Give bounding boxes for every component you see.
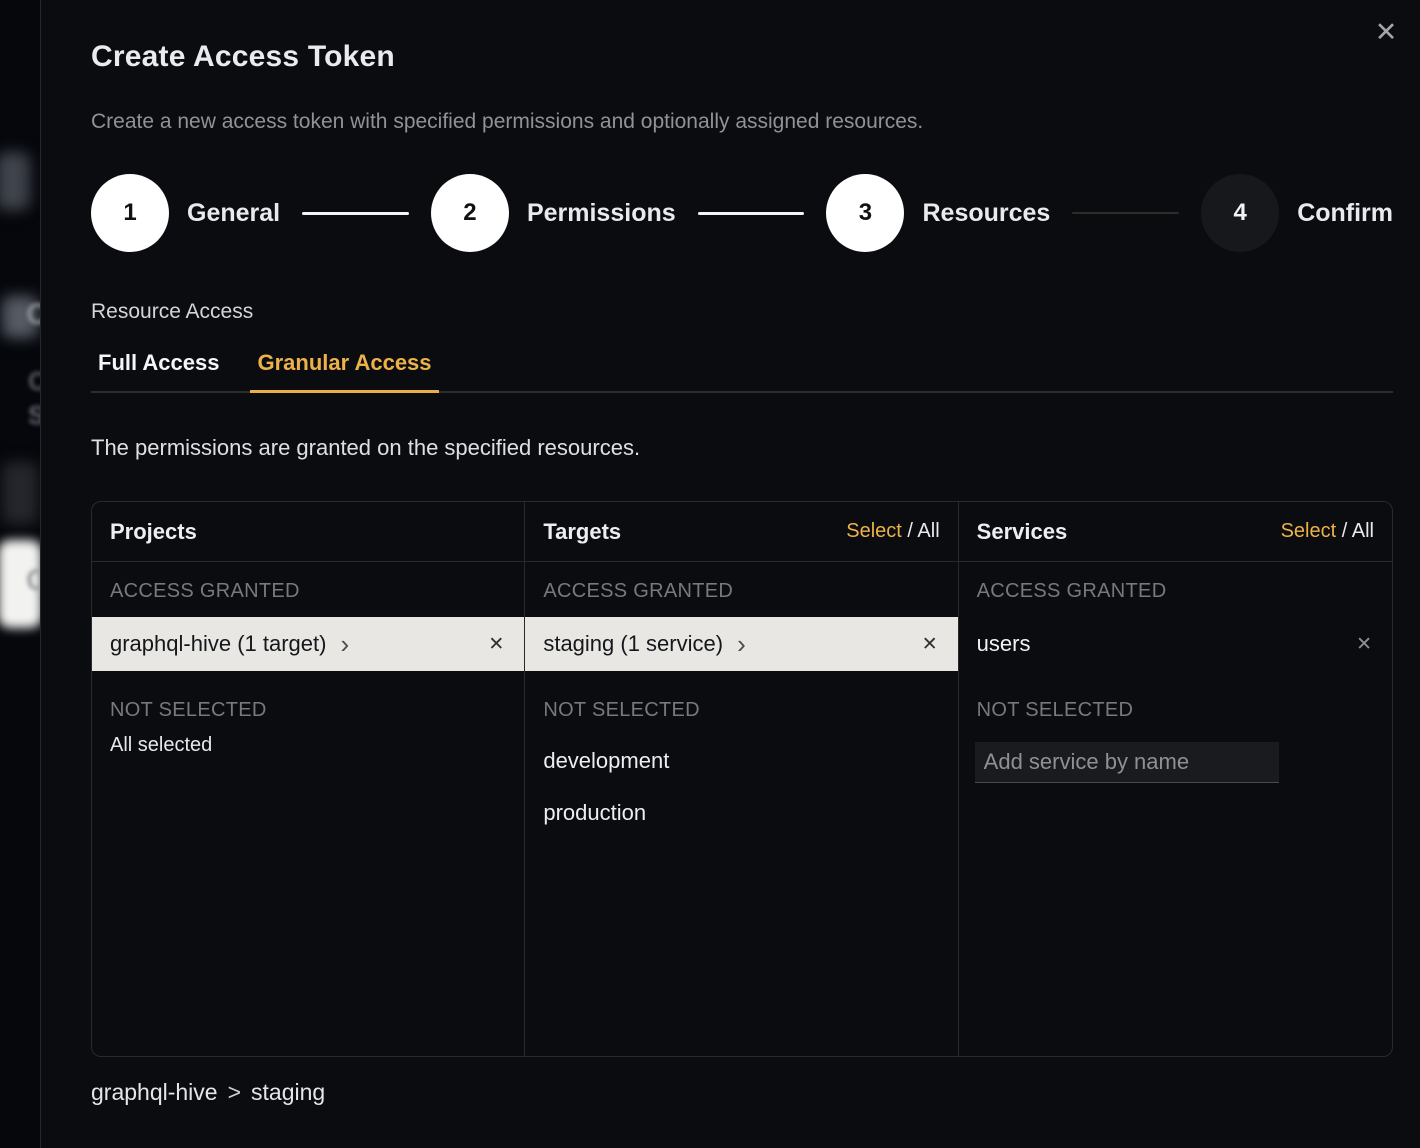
select-link[interactable]: Select [846,520,902,542]
step-number-badge: 2 [431,174,509,252]
column-title: Services [977,519,1068,545]
all-selected-note: All selected [110,734,506,757]
blurred-background-shape [2,462,38,524]
granted-project-row[interactable]: graphql-hive (1 target) › ✕ [92,617,524,671]
access-granted-label: ACCESS GRANTED [977,580,1374,603]
all-link[interactable]: All [917,520,939,542]
step-number-badge: 1 [91,174,169,252]
blurred-background-text: C [28,366,40,397]
chevron-right-icon: › [737,631,746,657]
step-label: Resources [922,199,1050,228]
chevron-right-icon: › [340,631,349,657]
granted-project-name: graphql-hive (1 target) [110,631,326,657]
select-link[interactable]: Select [1281,520,1337,542]
remove-target-icon[interactable]: ✕ [918,629,942,660]
breadcrumb-project: graphql-hive [91,1079,218,1106]
step-connector [1072,212,1179,214]
target-option-development[interactable]: development [525,735,957,787]
resource-selection-table: Projects ACCESS GRANTED graphql-hive (1 … [91,501,1393,1057]
granted-target-name: staging (1 service) [543,631,723,657]
services-column-header: Services Select / All [959,502,1392,562]
blurred-background-text: C [26,564,40,598]
step-number-badge: 3 [826,174,904,252]
select-all-separator: / [902,520,918,542]
projects-column-header: Projects [92,502,524,562]
step-label: Permissions [527,199,676,228]
target-options: development production [525,735,957,839]
step-number-badge: 4 [1201,174,1279,252]
step-permissions[interactable]: 2 Permissions [431,174,676,252]
step-connector [302,212,409,215]
remove-project-icon[interactable]: ✕ [484,629,508,660]
targets-column-header: Targets Select / All [525,502,957,562]
add-service-input[interactable] [975,742,1279,783]
select-all-separator: / [1336,520,1352,542]
close-icon[interactable]: ✕ [1368,14,1404,50]
resource-access-heading: Resource Access [91,300,1392,324]
not-selected-label: NOT SELECTED [977,699,1374,722]
step-general[interactable]: 1 General [91,174,280,252]
tab-granular-access[interactable]: Granular Access [250,350,438,393]
granted-target-row[interactable]: staging (1 service) › ✕ [525,617,957,671]
step-resources[interactable]: 3 Resources [826,174,1050,252]
step-confirm[interactable]: 4 Confirm [1201,174,1393,252]
step-label: General [187,199,280,228]
access-granted-label: ACCESS GRANTED [543,580,939,603]
step-connector [698,212,805,215]
granted-service-row[interactable]: users ✕ [959,617,1392,671]
target-option-production[interactable]: production [525,787,957,839]
dialog-subtitle: Create a new access token with specified… [91,110,1392,134]
blurred-background-text: S [28,400,40,431]
dialog-title: Create Access Token [91,40,1392,74]
targets-column: Targets Select / All ACCESS GRANTED stag… [525,502,958,1056]
services-select-all: Select / All [1281,520,1374,543]
granular-access-description: The permissions are granted on the speci… [91,435,1392,461]
granted-service-name: users [977,631,1031,657]
access-mode-tabs: Full Access Granular Access [91,350,1393,393]
breadcrumb: graphql-hive > staging [91,1079,1392,1106]
all-link[interactable]: All [1352,520,1374,542]
wizard-stepper: 1 General 2 Permissions 3 Resources 4 Co… [91,174,1393,252]
create-access-token-dialog: ✕ Create Access Token Create a new acces… [40,0,1420,1148]
breadcrumb-target: staging [251,1079,325,1106]
projects-column: Projects ACCESS GRANTED graphql-hive (1 … [92,502,525,1056]
column-title: Projects [110,519,197,545]
remove-service-icon[interactable]: ✕ [1352,629,1376,660]
not-selected-label: NOT SELECTED [543,699,939,722]
targets-select-all: Select / All [846,520,939,543]
access-granted-label: ACCESS GRANTED [110,580,506,603]
tab-full-access[interactable]: Full Access [91,350,226,393]
background-page: C C S C [0,0,40,1148]
breadcrumb-separator: > [228,1079,241,1106]
column-title: Targets [543,519,621,545]
services-column: Services Select / All ACCESS GRANTED use… [959,502,1392,1056]
blurred-background-shape [0,152,30,210]
blurred-background-text: C [26,298,40,332]
step-label: Confirm [1297,199,1393,228]
not-selected-label: NOT SELECTED [110,699,506,722]
